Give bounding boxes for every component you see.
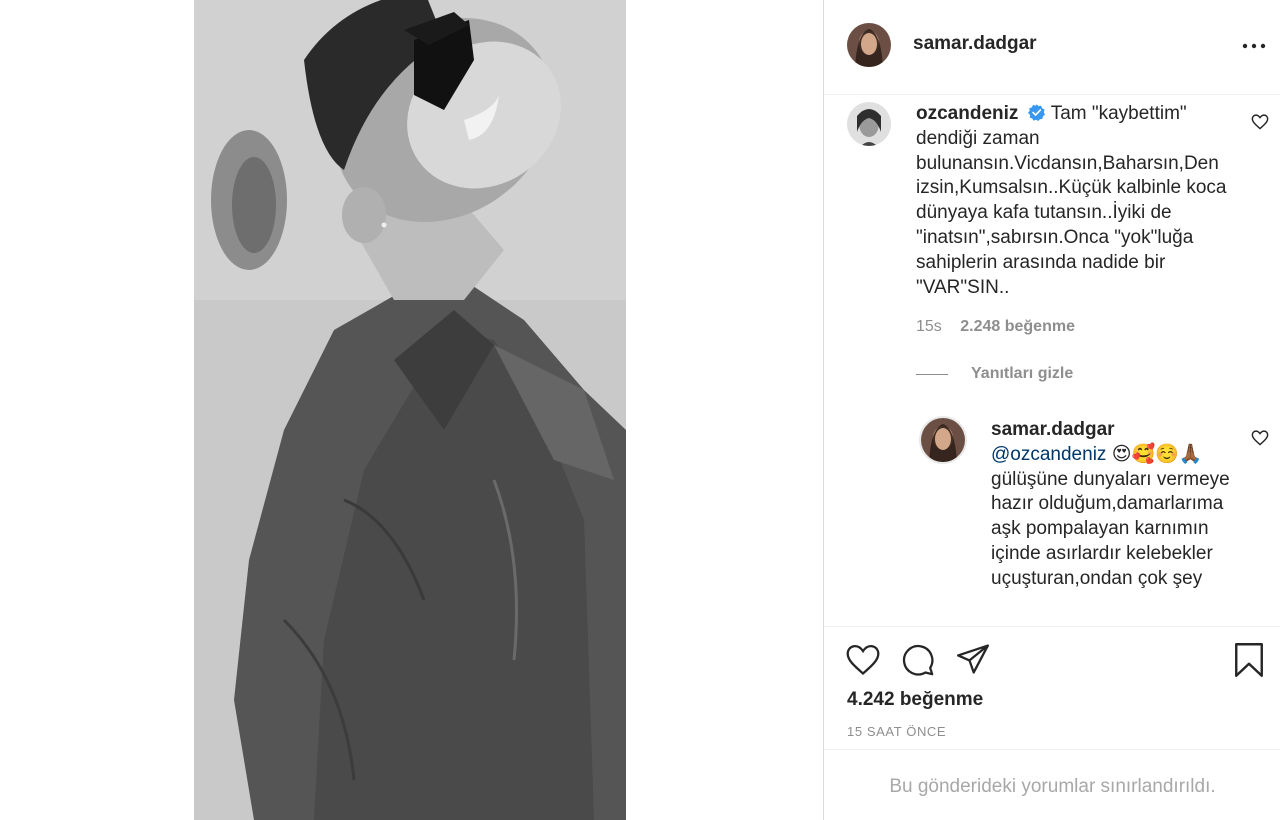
- avatar-image: [847, 102, 891, 146]
- reply-text: gülüşüne dunyaları vermeye hazır olduğum…: [991, 468, 1230, 589]
- heart-icon[interactable]: [846, 644, 880, 676]
- verified-icon: [1027, 104, 1045, 121]
- avatar-image: [921, 418, 965, 462]
- post-likes[interactable]: 4.242 beğenme: [847, 689, 983, 711]
- more-icon[interactable]: [1242, 38, 1266, 54]
- comment-heart-icon[interactable]: [1251, 114, 1269, 130]
- comment-body: ozcandeniz Tam "kaybettim" dendiği zaman…: [916, 102, 1236, 300]
- comments-restricted-notice: Bu gönderideki yorumlar sınırlandırıldı.: [889, 776, 1216, 797]
- comment-likes[interactable]: 2.248 beğenme: [960, 318, 1075, 335]
- post-photo[interactable]: [194, 0, 626, 820]
- comment-text: Tam "kaybettim" dendiği zaman bulunansın…: [916, 103, 1227, 298]
- post-actions: 4.242 beğenme 15 SAAT ÖNCE: [824, 626, 1280, 750]
- media-area: [0, 0, 823, 820]
- comment-time: 15s: [916, 318, 942, 335]
- post-header: samar.dadgar: [824, 0, 1280, 95]
- post-panel: samar.dadgar ozcandeniz Tam "kaybettim" …: [823, 0, 1280, 820]
- author-avatar[interactable]: [847, 23, 891, 67]
- hide-replies-label: Yanıtları gizle: [971, 365, 1074, 382]
- replies-line: [916, 373, 948, 375]
- reply-body: samar.dadgar @ozcandeniz 😍🥰☺️🙏🏾 gülüşüne…: [991, 418, 1241, 592]
- share-icon[interactable]: [956, 643, 990, 675]
- comment-meta: 15s 2.248 beğenme: [916, 318, 1089, 336]
- author-username[interactable]: samar.dadgar: [913, 33, 1037, 55]
- bookmark-icon[interactable]: [1234, 642, 1264, 678]
- commenter-avatar[interactable]: [847, 102, 891, 146]
- reply-username[interactable]: samar.dadgar: [991, 418, 1241, 443]
- reply-mention[interactable]: @ozcandeniz: [991, 444, 1106, 465]
- commenter-username[interactable]: ozcandeniz: [916, 103, 1018, 124]
- reply-heart-icon[interactable]: [1251, 430, 1269, 446]
- comments-list[interactable]: ozcandeniz Tam "kaybettim" dendiği zaman…: [824, 96, 1280, 625]
- reply-emojis: 😍🥰☺️🙏🏾: [1111, 443, 1203, 465]
- photo-illustration: [194, 0, 626, 820]
- avatar-image: [847, 23, 891, 67]
- comment-icon[interactable]: [901, 643, 935, 677]
- hide-replies-button[interactable]: Yanıtları gizle: [916, 365, 1073, 383]
- reply-avatar[interactable]: [919, 416, 967, 464]
- post-time[interactable]: 15 SAAT ÖNCE: [847, 724, 946, 739]
